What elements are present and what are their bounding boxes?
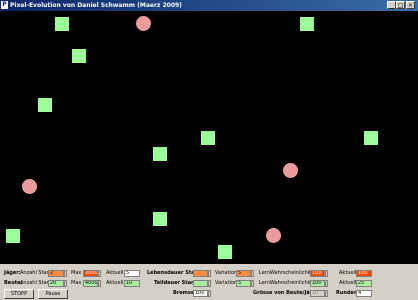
- teildauer-variation-field[interactable]: 5: [236, 280, 251, 287]
- title-bar: P Pixel-Evolution von Daniel Schwamm (Ma…: [0, 0, 418, 11]
- lernw-field-2[interactable]: 100: [310, 280, 325, 287]
- jaeger-anzahl-start-label: Anzahl Start: [20, 270, 51, 276]
- groesse-spinner[interactable]: [325, 290, 328, 297]
- prey-square: [55, 17, 69, 31]
- lernw-label-1: LernWahrscheinlichkeit: [259, 270, 317, 276]
- hunter-circle: [283, 163, 298, 178]
- aktuell-label-2: Aktuell: [339, 280, 357, 286]
- jaeger-aktuell-field: 5: [124, 270, 140, 277]
- lernw-spinner-1[interactable]: [325, 270, 328, 277]
- maximize-button[interactable]: □: [396, 1, 405, 9]
- jaeger-max-label: Max: [71, 270, 82, 276]
- lernw-label-2: LernWahrscheinlichkeit: [259, 280, 317, 286]
- jaeger-max-spinner[interactable]: [98, 270, 101, 277]
- lebensdauer-start-spinner[interactable]: [208, 270, 211, 277]
- lebensdauer-variation-spinner[interactable]: [251, 270, 254, 277]
- pause-button[interactable]: Pause: [38, 289, 68, 299]
- close-button[interactable]: ×: [406, 1, 415, 9]
- window-title: Pixel-Evolution von Daniel Schwamm (Maer…: [10, 2, 182, 9]
- lernw-field-1[interactable]: 100: [310, 270, 325, 277]
- prey-square: [153, 212, 167, 226]
- jaeger-anzahl-start-field[interactable]: 2: [48, 270, 64, 277]
- lernw-spinner-2[interactable]: [325, 280, 328, 287]
- runden-field: 4: [356, 290, 372, 297]
- lebensdauer-variation-field[interactable]: 5: [236, 270, 251, 277]
- beute-anzahl-start-field[interactable]: 20: [48, 280, 64, 287]
- beute-max-label: Max: [71, 280, 82, 286]
- prey-square: [218, 245, 232, 259]
- teildauer-label: Teildauer Start:: [154, 280, 198, 286]
- app-icon[interactable]: P: [1, 1, 8, 9]
- prey-square: [364, 131, 378, 145]
- minimize-button[interactable]: _: [387, 1, 396, 9]
- control-panel: Jäger: Anzahl Start 2 Max 2000 Aktuell 5…: [0, 264, 418, 300]
- stopp-button[interactable]: STOPP: [4, 289, 34, 299]
- beute-aktuell-label: Aktuell: [106, 280, 124, 286]
- teildauer-start-field[interactable]: [193, 280, 208, 287]
- hunter-circle: [22, 179, 37, 194]
- teildauer-variation-spinner[interactable]: [251, 280, 254, 287]
- bremse-spinner[interactable]: [208, 290, 211, 297]
- teildauer-start-spinner[interactable]: [208, 280, 211, 287]
- prey-square: [38, 98, 52, 112]
- jaeger-aktuell-label: Aktuell: [106, 270, 124, 276]
- aktuell-field-2: 25: [356, 280, 372, 287]
- lebensdauer-start-field[interactable]: [193, 270, 208, 277]
- prey-square: [72, 49, 86, 63]
- beute-max-spinner[interactable]: [98, 280, 101, 287]
- prey-square: [153, 147, 167, 161]
- jaeger-max-field[interactable]: 2000: [83, 270, 98, 277]
- prey-square: [300, 17, 314, 31]
- beute-anzahl-start-label: Anzahl Start: [20, 280, 51, 286]
- aktuell-field-1: 100: [356, 270, 372, 277]
- prey-square: [201, 131, 215, 145]
- beute-max-field[interactable]: 4000: [83, 280, 98, 287]
- jaeger-label: Jäger:: [4, 270, 21, 276]
- beute-anzahl-start-spinner[interactable]: [64, 280, 67, 287]
- aktuell-label-1: Aktuell: [339, 270, 357, 276]
- beute-aktuell-field: 10: [124, 280, 140, 287]
- prey-square: [6, 229, 20, 243]
- hunter-circle: [266, 228, 281, 243]
- groesse-field[interactable]: 10: [310, 290, 325, 297]
- simulation-canvas: [0, 11, 418, 264]
- hunter-circle: [136, 16, 151, 31]
- jaeger-anzahl-start-spinner[interactable]: [64, 270, 67, 277]
- bremse-field[interactable]: 100: [193, 290, 208, 297]
